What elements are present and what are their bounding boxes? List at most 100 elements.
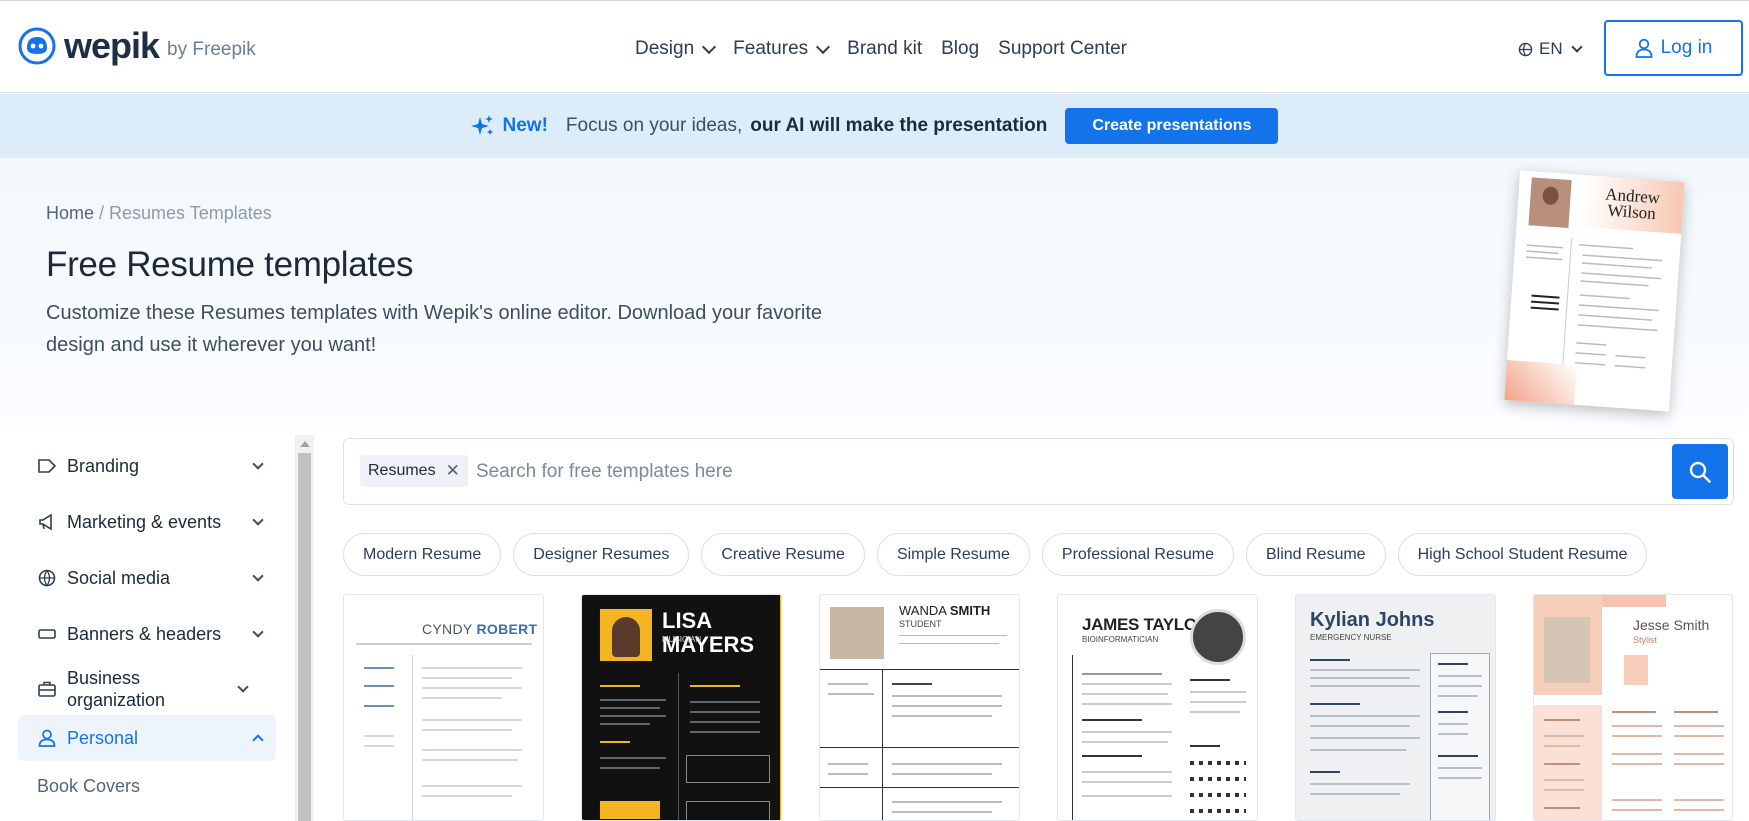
top-header: wepik by Freepik Design Features Brand k… — [0, 1, 1749, 93]
chevron-down-icon — [237, 681, 249, 693]
hero-image-photo — [1528, 177, 1572, 229]
hero-image-corner-accent — [1504, 360, 1577, 405]
nav-design-label: Design — [635, 38, 695, 59]
chevron-down-icon — [816, 39, 831, 54]
card-first-name: CYNDY — [422, 621, 473, 637]
sidebar-item-business-organization[interactable]: Business organization — [18, 662, 276, 716]
page-description: Customize these Resumes templates with W… — [46, 302, 823, 356]
hero-image-name: Andrew Wilson — [1591, 185, 1673, 224]
chevron-down-icon — [252, 458, 264, 470]
login-label: Log in — [1660, 37, 1713, 58]
chevron-down-icon — [702, 39, 717, 54]
promo-focus-text: Focus on your ideas, — [565, 115, 743, 136]
tag-high-school-student-resume[interactable]: High School Student Resume — [1397, 533, 1648, 576]
promo-ai-text: our AI will make the presentation — [750, 115, 1048, 136]
template-card[interactable]: CYNDY ROBERT — [343, 594, 544, 821]
hero-resume-image: Andrew Wilson — [1504, 170, 1685, 412]
globe-icon — [1518, 42, 1533, 56]
sidebar-item-banners-headers[interactable]: Banners & headers — [18, 616, 276, 652]
breadcrumb-home[interactable]: Home — [46, 203, 94, 223]
template-card-role: BIOINFORMATICIAN — [1082, 635, 1159, 644]
filter-chip-label: Resumes — [368, 462, 436, 479]
nav-features[interactable]: Features — [733, 38, 831, 60]
main-nav: Design Features Brand kit Blog Support C… — [635, 38, 1146, 60]
chevron-down-icon — [252, 570, 264, 582]
sidebar-item-personal[interactable]: Personal — [18, 715, 276, 761]
tag-designer-resumes[interactable]: Designer Resumes — [513, 533, 690, 576]
language-label: EN — [1539, 39, 1563, 58]
nav-brand-kit[interactable]: Brand kit — [847, 38, 922, 60]
breadcrumb-current: Resumes Templates — [109, 203, 272, 223]
nav-features-label: Features — [733, 38, 809, 59]
template-card[interactable]: JAMES TAYLOR BIOINFORMATICIAN — [1057, 594, 1258, 821]
template-card[interactable]: WANDA SMITH STUDENT — [819, 594, 1020, 821]
nav-blog[interactable]: Blog — [941, 38, 979, 60]
chevron-down-icon — [252, 626, 264, 638]
nav-support-label: Support Center — [998, 38, 1128, 59]
promo-new-label: New! — [502, 115, 548, 136]
template-card-photo — [1190, 609, 1246, 665]
search-icon — [1689, 461, 1711, 483]
scrollbar-thumb[interactable] — [298, 453, 311, 821]
sidebar-subitem-book-covers[interactable]: Book Covers — [37, 776, 140, 797]
scroll-up-arrow-icon[interactable] — [300, 441, 310, 447]
template-card[interactable]: Kylian Johns EMERGENCY NURSE — [1295, 594, 1496, 821]
search-input[interactable]: Search for free templates here — [476, 461, 733, 483]
template-card-photo — [830, 607, 884, 659]
sidebar-item-label: Branding — [67, 456, 140, 476]
filter-chip-resumes[interactable]: Resumes ✕ — [360, 455, 468, 487]
wepik-logo-icon — [18, 27, 56, 65]
tag-blind-resume[interactable]: Blind Resume — [1245, 533, 1386, 576]
template-card-role: STUDENT — [899, 619, 942, 629]
tag-creative-resume[interactable]: Creative Resume — [701, 533, 865, 576]
create-presentations-button[interactable]: Create presentations — [1065, 108, 1279, 144]
sidebar-item-label: Business organization — [67, 668, 166, 710]
card-last-name: ROBERT — [476, 621, 538, 637]
wepik-logo[interactable]: wepik by Freepik — [18, 27, 256, 65]
related-tags: Modern Resume Designer Resumes Creative … — [343, 533, 1659, 576]
close-icon[interactable]: ✕ — [446, 461, 460, 481]
template-card-role: MUSICIAN — [662, 635, 702, 644]
sidebar-item-branding[interactable]: Branding — [18, 448, 276, 484]
template-card[interactable]: LISA MAYERS MUSICIAN — [581, 594, 782, 821]
template-card-accent — [780, 595, 781, 820]
breadcrumb: Home / Resumes Templates — [46, 203, 272, 224]
logo-wordmark: wepik — [64, 25, 160, 66]
template-card[interactable]: Jesse Smith Stylist — [1533, 594, 1733, 821]
sidebar-item-label: Social media — [67, 568, 171, 588]
megaphone-icon — [36, 511, 58, 533]
user-icon — [1635, 38, 1653, 58]
sidebar-item-social-media[interactable]: Social media — [18, 560, 276, 596]
template-card-name: LISA MAYERS — [662, 608, 755, 657]
search-button[interactable] — [1672, 444, 1728, 499]
sidebar-item-marketing-events[interactable]: Marketing & events — [18, 504, 276, 540]
login-button[interactable]: Log in — [1604, 20, 1743, 76]
category-sidebar: Branding Marketing & events Social media… — [0, 435, 300, 821]
nav-brand-kit-label: Brand kit — [847, 38, 923, 59]
template-card-name: CYNDY ROBERT — [422, 621, 537, 637]
breadcrumb-separator: / — [94, 203, 110, 223]
logo-byline: by Freepik — [167, 39, 256, 60]
language-selector[interactable]: EN — [1518, 39, 1583, 59]
template-card-role: EMERGENCY NURSE — [1310, 633, 1392, 642]
nav-design[interactable]: Design — [635, 38, 717, 60]
card-first-name: WANDA — [899, 603, 947, 618]
chevron-up-icon — [252, 734, 264, 746]
globe-icon — [36, 567, 58, 589]
promo-banner: New! Focus on your ideas, our AI will ma… — [0, 94, 1749, 158]
tag-professional-resume[interactable]: Professional Resume — [1041, 533, 1234, 576]
template-card-name: Jesse Smith — [1633, 617, 1710, 633]
template-card-photo — [600, 609, 652, 661]
nav-blog-label: Blog — [941, 38, 980, 59]
tag-modern-resume[interactable]: Modern Resume — [343, 533, 502, 576]
user-icon — [36, 727, 58, 749]
sidebar-scrollbar[interactable] — [295, 435, 314, 821]
tag-simple-resume[interactable]: Simple Resume — [876, 533, 1030, 576]
template-grid: CYNDY ROBERT LISA MAYERS MUSICIAN WANDA … — [343, 594, 1743, 821]
chevron-down-icon — [252, 514, 264, 526]
template-card-photo — [1544, 617, 1590, 683]
nav-support-center[interactable]: Support Center — [998, 38, 1127, 60]
sidebar-item-label: Marketing & events — [67, 512, 222, 532]
page-title: Free Resume templates — [46, 245, 414, 284]
card-last-name: SMITH — [949, 603, 991, 618]
